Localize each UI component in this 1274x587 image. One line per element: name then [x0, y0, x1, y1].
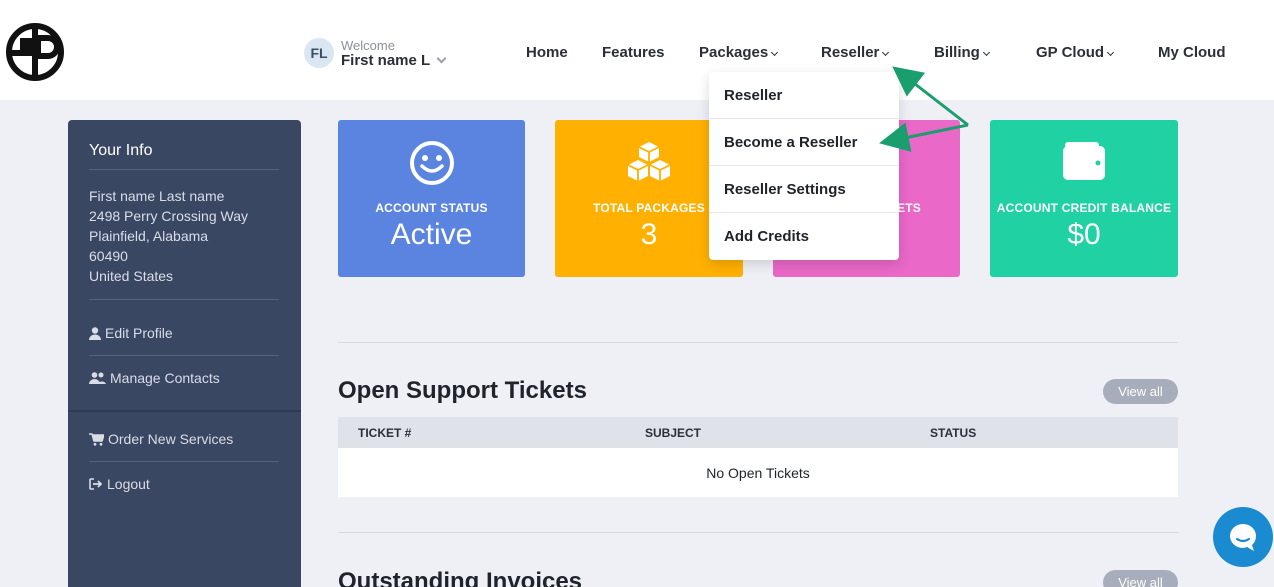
chevron-down-icon	[771, 48, 779, 57]
logout-link[interactable]: Logout	[89, 476, 150, 492]
outstanding-invoices-title: Outstanding Invoices	[338, 568, 583, 587]
company-logo[interactable]	[4, 20, 66, 84]
tickets-table-header: TICKET # SUBJECT STATUS	[338, 417, 1178, 448]
divider	[338, 532, 1178, 533]
column-ticket-number[interactable]: TICKET #	[358, 426, 411, 440]
menu-item-reseller[interactable]: Reseller	[709, 72, 899, 119]
users-icon	[89, 372, 106, 384]
smiley-icon	[409, 140, 455, 191]
chevron-down-icon	[1107, 48, 1115, 57]
cubes-icon	[625, 140, 673, 187]
user-name: First name L	[341, 52, 431, 69]
sidebar-your-info: Your Info First name Last name 2498 Perr…	[68, 120, 301, 587]
manage-contacts-label: Manage Contacts	[110, 370, 220, 386]
address-street: 2498 Perry Crossing Way	[89, 208, 248, 224]
chevron-down-icon	[982, 48, 990, 57]
tickets-empty-row: No Open Tickets	[338, 448, 1178, 497]
divider	[89, 355, 279, 356]
card-value: Active	[390, 218, 473, 251]
nav-billing-label: Billing	[934, 44, 980, 61]
nav-gp-cloud-label: GP Cloud	[1036, 44, 1105, 61]
address-block: First name Last name 2498 Perry Crossing…	[89, 186, 248, 286]
empty-message: No Open Tickets	[706, 464, 810, 481]
nav-gp-cloud[interactable]: GP Cloud	[1036, 44, 1115, 61]
cart-icon	[89, 432, 104, 446]
edit-profile-label: Edit Profile	[105, 325, 173, 341]
nav-reseller[interactable]: Reseller	[821, 44, 890, 61]
logout-label: Logout	[107, 476, 150, 492]
address-country: United States	[89, 268, 174, 284]
nav-my-cloud-label: My Cloud	[1158, 44, 1226, 61]
nav-home[interactable]: Home	[526, 44, 568, 61]
welcome-label: Welcome	[341, 38, 395, 53]
tickets-view-all-button[interactable]: View all	[1103, 379, 1178, 404]
column-subject[interactable]: SUBJECT	[645, 426, 701, 440]
nav-packages[interactable]: Packages	[699, 44, 779, 61]
address-name: First name Last name	[89, 188, 225, 204]
card-label: ACCOUNT STATUS	[375, 201, 488, 215]
card-value: $0	[1067, 218, 1101, 251]
logout-icon	[89, 478, 103, 490]
reseller-dropdown-menu: Reseller Become a Reseller Reseller Sett…	[709, 72, 899, 260]
account-credit-balance-card[interactable]: ACCOUNT CREDIT BALANCE $0	[990, 120, 1178, 277]
address-zip: 60490	[89, 248, 128, 264]
top-navbar: FL Welcome First name L Home Features Pa…	[0, 0, 1274, 100]
user-icon	[89, 326, 101, 340]
order-new-services-label: Order New Services	[108, 431, 234, 447]
user-menu[interactable]: FL Welcome First name L	[304, 38, 447, 69]
divider	[89, 169, 279, 170]
avatar: FL	[304, 38, 334, 68]
open-support-tickets-title: Open Support Tickets	[338, 377, 587, 404]
divider	[89, 299, 279, 300]
chat-button[interactable]	[1213, 507, 1273, 567]
chat-bubble-icon	[1230, 524, 1257, 551]
edit-profile-link[interactable]: Edit Profile	[89, 325, 173, 341]
nav-packages-label: Packages	[699, 44, 769, 61]
divider	[89, 461, 279, 462]
invoices-view-all-button[interactable]: View all	[1103, 570, 1178, 587]
menu-item-reseller-settings[interactable]: Reseller Settings	[709, 166, 899, 213]
nav-my-cloud[interactable]: My Cloud	[1158, 44, 1226, 61]
nav-billing[interactable]: Billing	[934, 44, 990, 61]
nav-home-label: Home	[526, 44, 568, 61]
menu-item-become-reseller[interactable]: Become a Reseller	[709, 119, 899, 166]
menu-item-add-credits[interactable]: Add Credits	[709, 213, 899, 260]
divider	[68, 410, 301, 412]
wallet-icon	[1061, 140, 1107, 187]
nav-reseller-label: Reseller	[821, 44, 880, 61]
account-status-card[interactable]: ACCOUNT STATUS Active	[338, 120, 525, 277]
card-label: ETS	[897, 201, 921, 215]
order-new-services-link[interactable]: Order New Services	[89, 431, 233, 447]
nav-features-label: Features	[602, 44, 665, 61]
chevron-down-icon	[882, 48, 890, 57]
card-label: ACCOUNT CREDIT BALANCE	[996, 201, 1172, 215]
chevron-down-icon	[436, 53, 447, 64]
manage-contacts-link[interactable]: Manage Contacts	[89, 370, 220, 386]
address-city: Plainfield, Alabama	[89, 228, 209, 244]
sidebar-title: Your Info	[89, 142, 153, 159]
divider	[338, 342, 1178, 343]
nav-features[interactable]: Features	[602, 44, 665, 61]
column-status[interactable]: STATUS	[930, 426, 976, 440]
